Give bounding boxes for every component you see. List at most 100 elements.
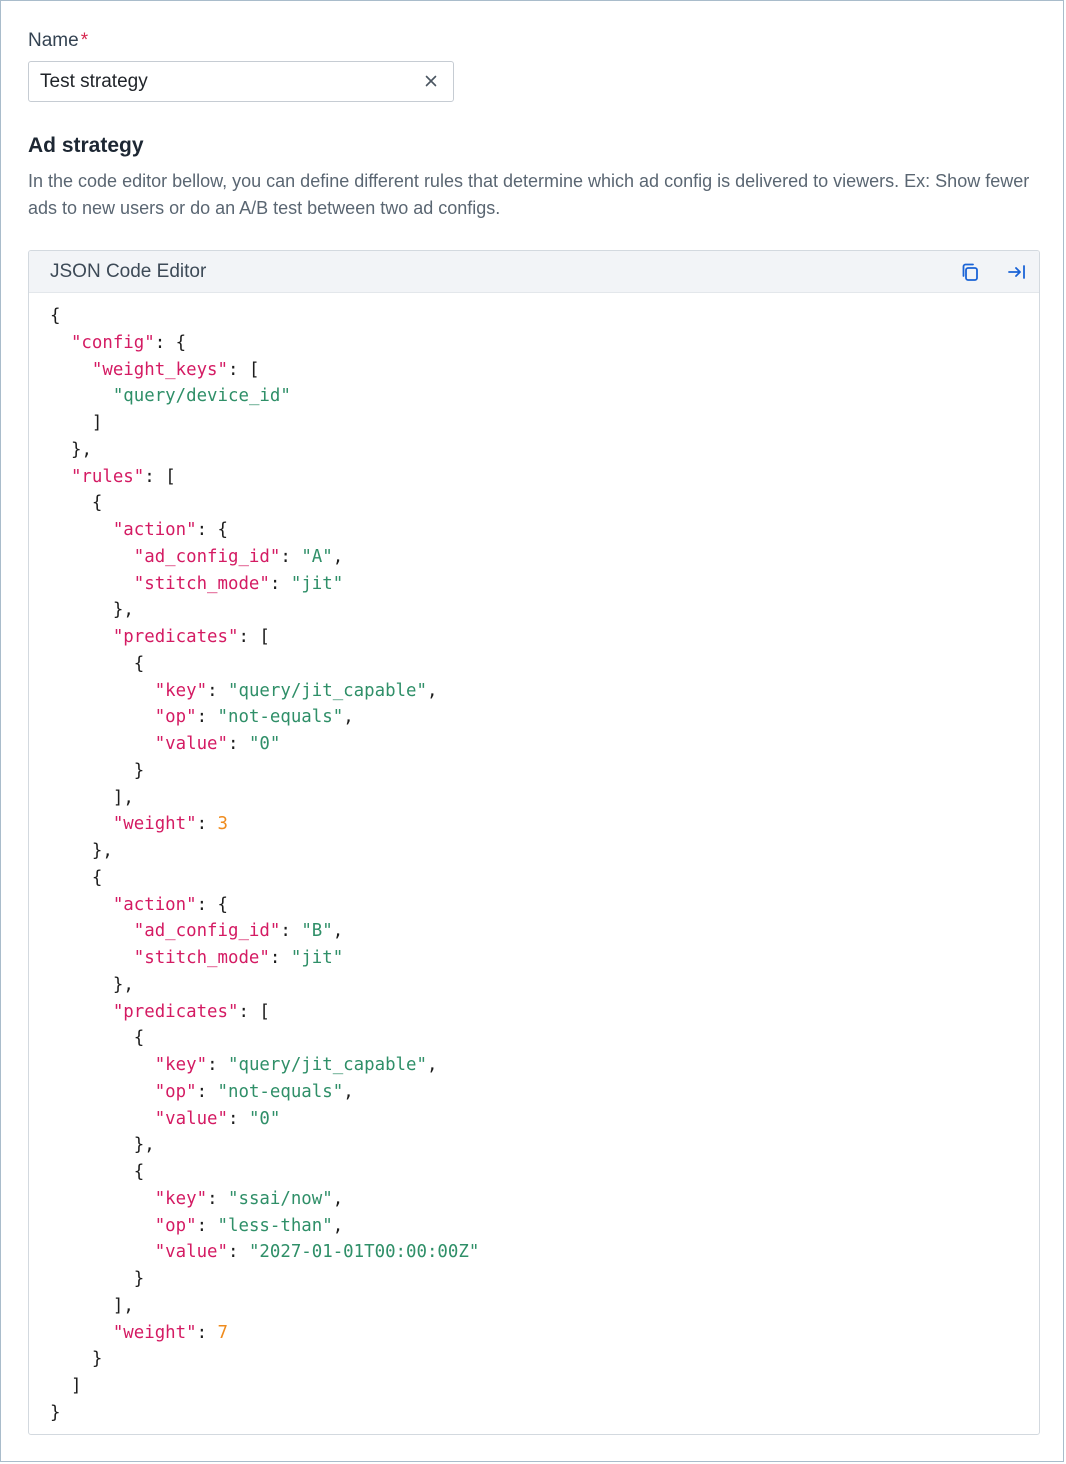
json-code-editor: JSON Code Editor { "config": { "weight_k… — [28, 250, 1040, 1435]
json-punctuation: { — [91, 867, 103, 888]
expand-button[interactable] — [1006, 261, 1028, 283]
json-punctuation: : — [196, 894, 218, 915]
json-punctuation: : — [228, 1108, 249, 1129]
json-punctuation: : — [196, 814, 218, 835]
clear-name-button[interactable] — [421, 71, 441, 91]
copy-button[interactable] — [959, 261, 981, 283]
json-punctuation: : — [280, 546, 302, 567]
json-punctuation: : — [207, 1188, 229, 1209]
json-string: "0" — [248, 734, 281, 754]
editor-title: JSON Code Editor — [50, 261, 207, 282]
json-punctuation: : — [207, 680, 229, 701]
json-key: "key" — [154, 680, 208, 701]
json-punctuation: : — [228, 734, 249, 754]
json-string: "0" — [248, 1108, 281, 1129]
json-key: "op" — [154, 1081, 197, 1102]
json-punctuation: } — [91, 841, 103, 861]
name-field-label: Name * — [28, 29, 88, 53]
expand-right-icon — [1008, 265, 1025, 279]
json-punctuation: : — [207, 1055, 229, 1075]
json-key: "action" — [112, 894, 197, 915]
json-key: "action" — [112, 520, 197, 540]
json-key: "value" — [154, 1108, 228, 1129]
json-key: "weight" — [112, 814, 197, 835]
required-asterisk: * — [80, 30, 89, 51]
json-string: "jit" — [290, 948, 344, 968]
json-key: "key" — [154, 1055, 208, 1075]
json-punctuation: , — [123, 787, 134, 808]
json-string: "query/device_id" — [112, 386, 291, 407]
json-string: "B" — [301, 921, 333, 942]
copy-icon — [962, 263, 978, 281]
json-punctuation: } — [133, 1269, 145, 1289]
json-key: "weight_keys" — [91, 359, 229, 380]
json-string: "ssai/now" — [228, 1188, 333, 1209]
json-punctuation: } — [70, 439, 82, 460]
json-punctuation: : — [269, 948, 291, 968]
json-punctuation: , — [332, 546, 344, 567]
json-punctuation: { — [217, 894, 229, 915]
json-punctuation: : — [238, 627, 260, 647]
json-punctuation: ] — [112, 1295, 124, 1316]
ad-strategy-description: In the code editor bellow, you can defin… — [28, 171, 1030, 218]
json-key: "predicates" — [112, 627, 239, 647]
json-punctuation: : — [228, 1242, 249, 1263]
json-punctuation: { — [50, 306, 61, 326]
json-punctuation: : — [228, 359, 249, 380]
name-input[interactable] — [40, 62, 400, 101]
json-punctuation: ] — [91, 413, 103, 433]
json-key: "key" — [154, 1188, 208, 1209]
json-key: "predicates" — [112, 1001, 239, 1022]
json-punctuation: ] — [112, 787, 124, 808]
strategy-form: Name* Ad strategy In the code editor bel… — [0, 0, 1064, 1462]
json-punctuation: , — [123, 600, 134, 621]
json-punctuation: [ — [259, 1001, 270, 1022]
json-punctuation: : — [196, 1081, 218, 1102]
json-string: "query/jit_capable" — [228, 1055, 427, 1075]
json-key: "stitch_mode" — [133, 573, 270, 594]
json-punctuation: [ — [259, 627, 270, 647]
json-code[interactable]: { "config": { "weight_keys": [ "query/de… — [50, 303, 479, 1427]
json-punctuation: , — [426, 680, 438, 701]
json-string: "not-equals" — [217, 707, 344, 728]
name-label-text: Name — [28, 30, 79, 51]
json-key: "value" — [154, 1242, 228, 1263]
json-key: "op" — [154, 1215, 197, 1236]
name-field — [28, 61, 454, 102]
json-punctuation: : — [280, 921, 302, 942]
json-punctuation: { — [175, 332, 187, 353]
json-key: "config" — [70, 332, 155, 353]
json-punctuation: { — [133, 653, 145, 674]
json-string: "query/jit_capable" — [228, 680, 427, 701]
json-string: "not-equals" — [217, 1081, 344, 1102]
json-punctuation: { — [133, 1028, 145, 1049]
json-punctuation: , — [332, 1215, 344, 1236]
json-key: "rules" — [70, 466, 145, 487]
json-punctuation: } — [133, 760, 145, 781]
json-punctuation: , — [144, 1135, 155, 1156]
ad-strategy-title: Ad strategy — [28, 134, 144, 157]
json-key: "ad_config_id" — [133, 546, 281, 567]
json-punctuation: , — [123, 974, 134, 995]
json-punctuation: , — [123, 1295, 134, 1316]
close-icon — [425, 75, 437, 87]
json-punctuation: , — [426, 1055, 438, 1075]
json-key: "weight" — [112, 1322, 197, 1343]
json-punctuation: [ — [165, 466, 176, 487]
json-punctuation: : — [144, 466, 166, 487]
editor-header: JSON Code Editor — [29, 251, 1039, 293]
json-punctuation: : — [196, 707, 218, 728]
json-key: "op" — [154, 707, 197, 728]
json-key: "stitch_mode" — [133, 948, 270, 968]
json-punctuation: } — [112, 600, 124, 621]
json-punctuation: { — [217, 520, 229, 540]
json-string: "A" — [301, 546, 333, 567]
json-punctuation: } — [133, 1135, 145, 1156]
json-punctuation: : — [269, 573, 291, 594]
json-punctuation: : — [154, 332, 176, 353]
json-number: 3 — [217, 814, 229, 835]
json-punctuation: : — [196, 1322, 218, 1343]
json-punctuation: : — [196, 1215, 218, 1236]
json-string: "2027-01-01T00:00:00Z" — [248, 1242, 480, 1263]
json-key: "value" — [154, 734, 228, 754]
